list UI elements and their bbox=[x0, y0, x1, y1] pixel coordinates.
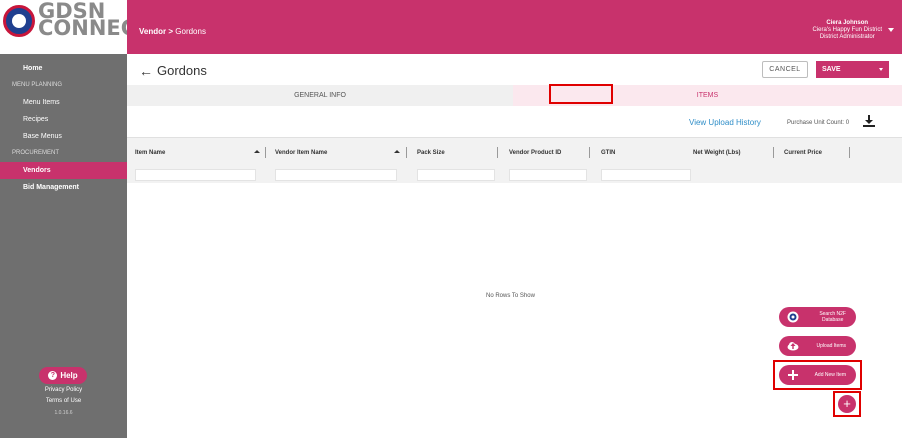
col-header-gtin[interactable]: GTIN bbox=[601, 138, 615, 168]
sort-asc-icon[interactable] bbox=[394, 150, 400, 153]
question-icon: ? bbox=[48, 371, 58, 380]
cancel-button[interactable]: CANCEL bbox=[762, 61, 808, 78]
search-n2f-database-button[interactable]: Search N2F Database bbox=[779, 307, 856, 327]
column-separator[interactable] bbox=[497, 147, 498, 158]
tab-general-info[interactable]: GENERAL INFO bbox=[127, 85, 513, 106]
user-menu[interactable]: Ciera Johnson Ciera's Happy Fun District… bbox=[813, 20, 883, 41]
app-root: GDSN CONNECT Home MENU PLANNING Menu Ite… bbox=[0, 0, 902, 438]
grid-filter-row bbox=[127, 167, 902, 183]
col-header-current-price[interactable]: Current Price bbox=[784, 138, 822, 168]
breadcrumb-separator: > bbox=[168, 27, 174, 36]
sidebar-item-menu-items[interactable]: Menu Items bbox=[0, 94, 127, 111]
save-button[interactable]: SAVE bbox=[816, 61, 889, 78]
upload-items-label: Upload Items bbox=[816, 343, 846, 349]
highlight-box-fab bbox=[833, 391, 861, 417]
column-separator[interactable] bbox=[406, 147, 407, 158]
highlight-box-add-new-item bbox=[773, 360, 862, 390]
column-separator[interactable] bbox=[265, 147, 266, 158]
sidebar-section-procurement: PROCUREMENT bbox=[12, 150, 60, 156]
purchase-unit-count: Purchase Unit Count: 0 bbox=[787, 120, 850, 126]
user-role: District Administrator bbox=[819, 34, 875, 40]
upload-items-button[interactable]: Upload Items bbox=[779, 336, 856, 356]
col-header-net-weight[interactable]: Net Weight (Lbs) bbox=[693, 138, 741, 168]
column-separator[interactable] bbox=[589, 147, 590, 158]
breadcrumb-current: Gordons bbox=[175, 27, 206, 36]
filter-input-pack-size[interactable] bbox=[417, 169, 495, 181]
empty-grid-message: No Rows To Show bbox=[486, 293, 535, 299]
back-arrow-icon[interactable]: ← bbox=[139, 63, 153, 79]
filter-input-vendor-item-name[interactable] bbox=[275, 169, 397, 181]
col-header-pack-size[interactable]: Pack Size bbox=[417, 138, 445, 168]
sidebar-item-home[interactable]: Home bbox=[0, 60, 127, 77]
version-label: 1.0.16.6 bbox=[54, 410, 73, 416]
col-header-item-name[interactable]: Item Name bbox=[135, 138, 165, 168]
sort-asc-icon[interactable] bbox=[254, 150, 260, 153]
terms-of-use-link[interactable]: Terms of Use bbox=[0, 398, 127, 404]
filter-input-vendor-product-id[interactable] bbox=[509, 169, 587, 181]
sidebar-item-bid-management[interactable]: Bid Management bbox=[0, 179, 127, 196]
search-label-line2: Database bbox=[821, 317, 844, 323]
chevron-down-icon[interactable] bbox=[879, 68, 883, 71]
help-label: Help bbox=[60, 371, 78, 380]
globe-icon bbox=[787, 311, 799, 323]
help-button[interactable]: ? Help bbox=[39, 367, 87, 384]
cloud-upload-icon bbox=[787, 342, 799, 351]
user-name: Ciera Johnson bbox=[826, 20, 869, 26]
sidebar: GDSN CONNECT Home MENU PLANNING Menu Ite… bbox=[0, 0, 151, 438]
top-header: Vendor > Gordons Ciera Johnson Ciera's H… bbox=[127, 0, 902, 54]
sidebar-item-base-menus[interactable]: Base Menus bbox=[0, 128, 127, 145]
breadcrumb-vendor-link[interactable]: Vendor bbox=[139, 27, 166, 36]
privacy-policy-link[interactable]: Privacy Policy bbox=[0, 387, 127, 393]
sidebar-nav: Home MENU PLANNING Menu Items Recipes Ba… bbox=[0, 60, 127, 196]
filter-input-gtin[interactable] bbox=[601, 169, 691, 181]
grid-header: Item Name Vendor Item Name Pack Size Ven… bbox=[127, 137, 902, 167]
tab-bar: GENERAL INFO ITEMS bbox=[127, 85, 902, 106]
sidebar-item-recipes[interactable]: Recipes bbox=[0, 111, 127, 128]
user-district: Ciera's Happy Fun District bbox=[812, 27, 883, 33]
column-separator[interactable] bbox=[849, 147, 850, 158]
logo-emblem-icon bbox=[3, 5, 35, 37]
breadcrumb: Vendor > Gordons bbox=[139, 27, 206, 36]
sidebar-section-menu-planning: MENU PLANNING bbox=[12, 82, 63, 88]
page-title: Gordons bbox=[157, 63, 207, 78]
title-row: ← Gordons CANCEL SAVE bbox=[127, 58, 902, 84]
logo[interactable]: GDSN CONNECT bbox=[0, 0, 151, 54]
column-separator[interactable] bbox=[773, 147, 774, 158]
download-icon[interactable] bbox=[862, 114, 876, 128]
save-label: SAVE bbox=[822, 66, 841, 73]
sidebar-item-vendors[interactable]: Vendors bbox=[0, 162, 127, 179]
col-header-vendor-product-id[interactable]: Vendor Product ID bbox=[509, 138, 561, 168]
col-header-vendor-item-name[interactable]: Vendor Item Name bbox=[275, 138, 327, 168]
filter-input-item-name[interactable] bbox=[135, 169, 256, 181]
view-upload-history-link[interactable]: View Upload History bbox=[689, 118, 761, 127]
highlight-box-items-tab bbox=[549, 84, 613, 104]
chevron-down-icon[interactable] bbox=[888, 28, 894, 32]
